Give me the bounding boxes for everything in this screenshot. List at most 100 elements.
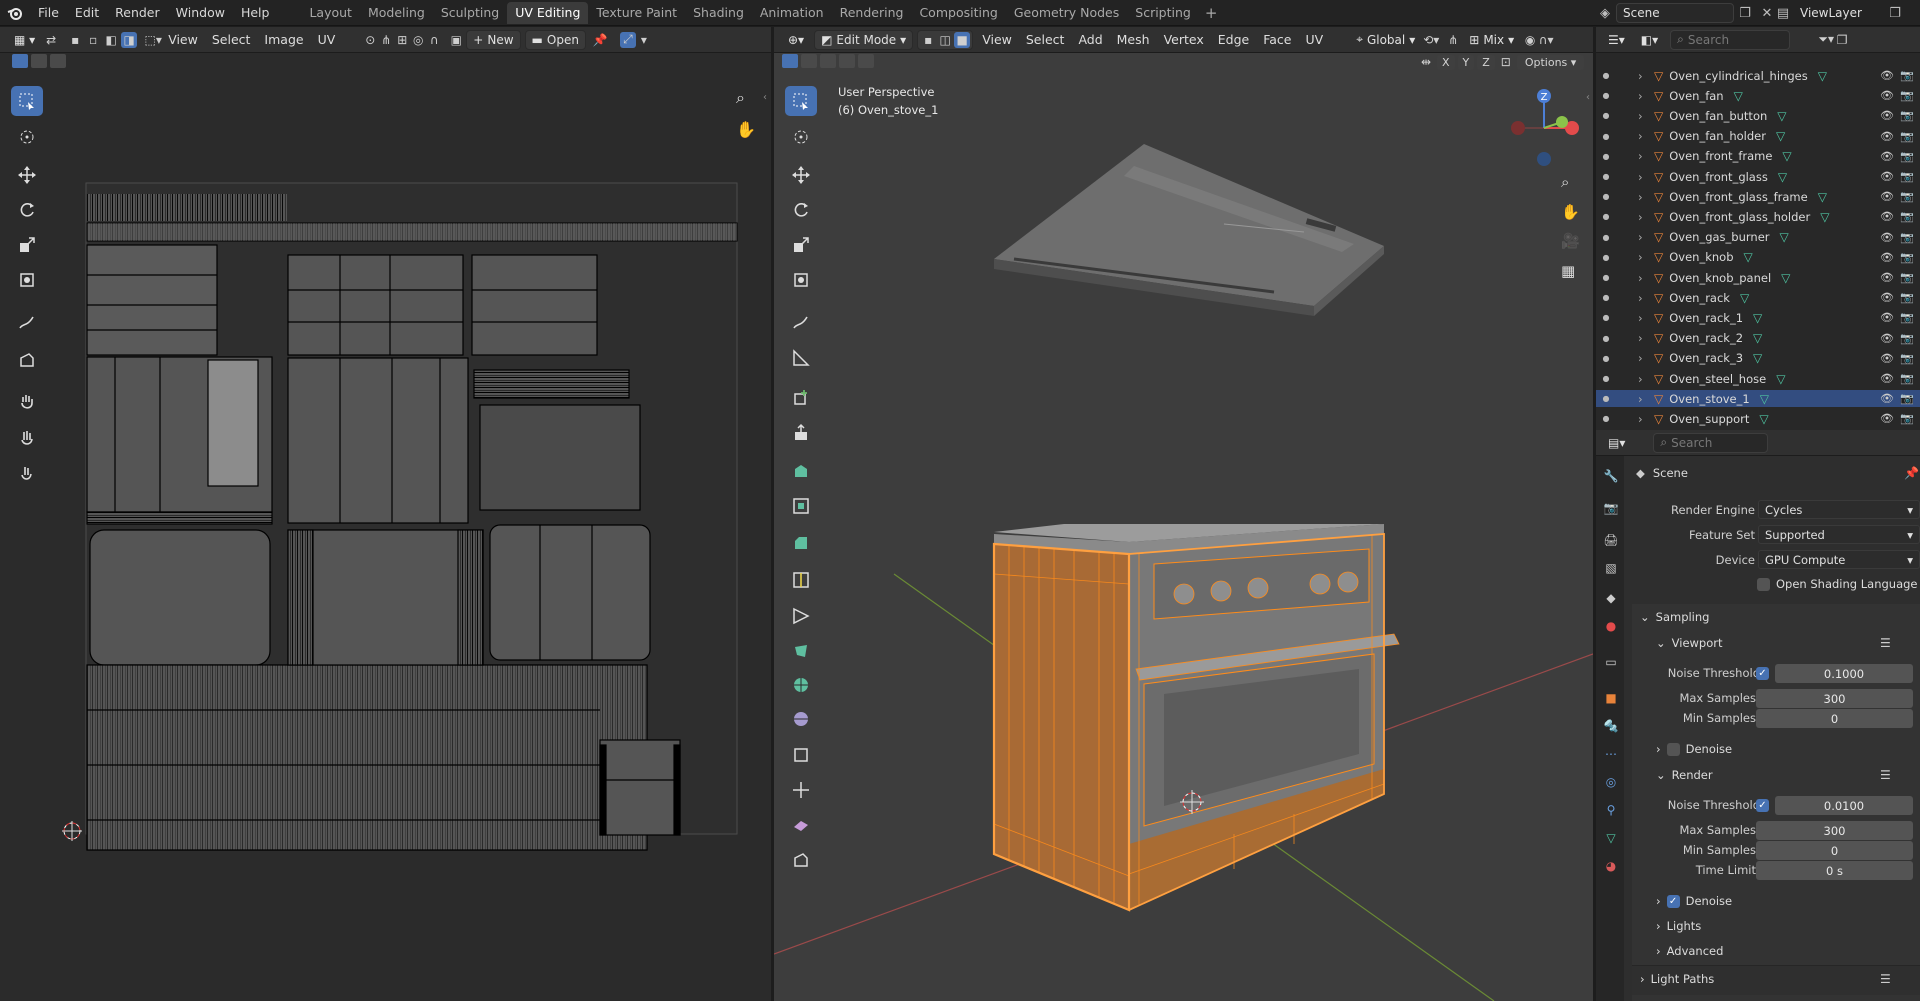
pan-hand-icon[interactable]: ✋: [736, 120, 756, 139]
image-browse-icon[interactable]: ▣: [448, 32, 464, 48]
eye-icon[interactable]: 👁: [1880, 210, 1894, 223]
menu-render[interactable]: Render: [107, 0, 168, 26]
eye-icon[interactable]: 👁: [1880, 130, 1894, 143]
uv-menu-view[interactable]: View: [161, 29, 205, 51]
viewport-max-samples-field[interactable]: 300: [1756, 689, 1913, 708]
expand-arrow-icon[interactable]: ›: [1638, 331, 1654, 345]
mesh-data-icon[interactable]: ▽: [1776, 129, 1785, 143]
scene-tab-icon[interactable]: ◆: [1603, 590, 1619, 606]
mesh-data-icon[interactable]: ▽: [1781, 271, 1790, 285]
expand-arrow-icon[interactable]: ›: [1638, 210, 1654, 224]
viewlayer-field[interactable]: ViewLayer: [1794, 3, 1884, 23]
select-new-icon[interactable]: [12, 54, 28, 68]
viewport-zoom-icon[interactable]: ⌕: [1561, 173, 1569, 191]
camera-icon[interactable]: 📷: [1900, 271, 1914, 284]
render-max-samples-field[interactable]: 300: [1756, 821, 1913, 840]
tab-uv-editing[interactable]: UV Editing: [507, 1, 589, 24]
pivot-icon[interactable]: ⊙: [362, 32, 378, 48]
visibility-dot-icon[interactable]: ●: [1596, 212, 1616, 221]
expand-arrow-icon[interactable]: ›: [1638, 69, 1654, 83]
viewport-noise-threshold-field[interactable]: 0.1000: [1775, 664, 1913, 683]
uv-menu-select[interactable]: Select: [205, 29, 258, 51]
poly-build-tool[interactable]: [785, 636, 817, 666]
select-box-tool[interactable]: [785, 86, 817, 116]
mesh-data-icon[interactable]: ▽: [1820, 210, 1829, 224]
outliner-display-mode-icon[interactable]: ◧▾: [1635, 30, 1664, 50]
scale-tool[interactable]: [785, 230, 817, 260]
snap-mix-dropdown[interactable]: ⊞ Mix ▾: [1463, 30, 1520, 50]
visibility-dot-icon[interactable]: ●: [1596, 293, 1616, 302]
camera-icon[interactable]: 📷: [1900, 412, 1914, 425]
world-tab-icon[interactable]: ●: [1603, 618, 1619, 634]
knife-tool[interactable]: [785, 601, 817, 631]
viewport-menu-face[interactable]: Face: [1256, 29, 1298, 51]
eye-icon[interactable]: 👁: [1880, 150, 1894, 163]
edge-mode-icon[interactable]: ▫: [85, 32, 101, 48]
uv-rip-tool[interactable]: [11, 345, 43, 375]
new-image-button[interactable]: + New: [466, 29, 521, 50]
eye-icon[interactable]: 👁: [1880, 332, 1894, 345]
outliner-item[interactable]: ● › ▽ Oven_fan_holder ▽ 👁 📷: [1596, 128, 1920, 145]
falloff-icon[interactable]: ∩: [426, 32, 442, 48]
tab-layout[interactable]: Layout: [301, 2, 360, 24]
viewport-editor-type-icon[interactable]: ⊕▾: [782, 30, 810, 50]
expand-arrow-icon[interactable]: ›: [1638, 372, 1654, 386]
camera-icon[interactable]: 📷: [1900, 210, 1914, 223]
expand-arrow-icon[interactable]: ›: [1638, 109, 1654, 123]
visibility-dot-icon[interactable]: ●: [1596, 374, 1616, 383]
properties-search-input[interactable]: ⌕ Search: [1653, 432, 1769, 453]
expand-arrow-icon[interactable]: ›: [1638, 392, 1654, 406]
vertex-select-icon[interactable]: ▪: [920, 32, 936, 48]
mesh-data-icon[interactable]: ▽: [1818, 190, 1827, 204]
visibility-dot-icon[interactable]: ●: [1596, 233, 1616, 242]
outliner-item[interactable]: ● › ▽ Oven_cylindrical_hinges ▽ 👁 📷: [1596, 67, 1920, 84]
eye-icon[interactable]: 👁: [1880, 372, 1894, 385]
eye-icon[interactable]: 👁: [1880, 170, 1894, 183]
measure-tool[interactable]: [785, 343, 817, 373]
outliner-item[interactable]: ● › ▽ Oven_knob_panel ▽ 👁 📷: [1596, 269, 1920, 286]
lights-subpanel[interactable]: › Lights: [1656, 919, 1701, 933]
viewport-menu-view[interactable]: View: [975, 29, 1019, 51]
uv-2d-cursor[interactable]: [62, 821, 82, 841]
uv-annotate-tool[interactable]: [11, 308, 43, 338]
move-tool[interactable]: [785, 160, 817, 190]
uv-canvas[interactable]: [40, 60, 770, 990]
sampling-header[interactable]: ⌄ Sampling: [1640, 610, 1709, 624]
tab-sculpting[interactable]: Sculpting: [433, 2, 507, 24]
eye-icon[interactable]: 👁: [1880, 109, 1894, 122]
feature-set-dropdown[interactable]: Supported ▾: [1758, 525, 1920, 544]
light-paths-presets-icon[interactable]: ☰: [1880, 972, 1891, 986]
outliner-search-input[interactable]: ⌕ Search: [1670, 29, 1791, 50]
device-dropdown[interactable]: GPU Compute ▾: [1758, 550, 1920, 569]
expand-arrow-icon[interactable]: ›: [1638, 351, 1654, 365]
new-scene-icon[interactable]: ❐: [1734, 3, 1756, 23]
mesh-data-icon[interactable]: ▽: [1760, 392, 1769, 406]
eye-icon[interactable]: 👁: [1880, 69, 1894, 82]
camera-icon[interactable]: 📷: [1900, 231, 1914, 244]
camera-icon[interactable]: 📷: [1900, 69, 1914, 82]
visibility-dot-icon[interactable]: ●: [1596, 152, 1616, 161]
uv-pinch-tool[interactable]: [11, 459, 43, 489]
material-tab-icon[interactable]: ◕: [1603, 858, 1619, 874]
uv-select-box-tool[interactable]: [11, 86, 43, 116]
scene-field[interactable]: Scene: [1616, 3, 1734, 23]
visibility-dot-icon[interactable]: ●: [1596, 192, 1616, 201]
vertex-mode-icon[interactable]: ▪: [67, 32, 83, 48]
tool-tab-icon[interactable]: 🔧: [1603, 468, 1619, 484]
expand-arrow-icon[interactable]: ›: [1638, 250, 1654, 264]
viewport-noise-threshold-checkbox[interactable]: ✓: [1756, 667, 1769, 680]
eye-icon[interactable]: 👁: [1880, 251, 1894, 264]
cursor-tool[interactable]: [785, 122, 817, 152]
viewport-menu-select[interactable]: Select: [1019, 29, 1072, 51]
snap-icon[interactable]: ⋔: [378, 32, 394, 48]
mesh-data-icon[interactable]: ▽: [1777, 109, 1786, 123]
expand-arrow-icon[interactable]: ›: [1638, 311, 1654, 325]
outliner-item[interactable]: ● › ▽ Oven_rack_3 ▽ 👁 📷: [1596, 350, 1920, 367]
render-engine-dropdown[interactable]: Cycles ▾: [1758, 500, 1920, 519]
mesh-data-icon[interactable]: ▽: [1744, 250, 1753, 264]
tab-scripting[interactable]: Scripting: [1127, 2, 1199, 24]
visibility-dot-icon[interactable]: ●: [1596, 273, 1616, 282]
viewport-denoise-subpanel[interactable]: › Denoise: [1656, 742, 1732, 756]
camera-icon[interactable]: 📷: [1900, 89, 1914, 102]
particles-tab-icon[interactable]: ⋯: [1603, 746, 1619, 762]
